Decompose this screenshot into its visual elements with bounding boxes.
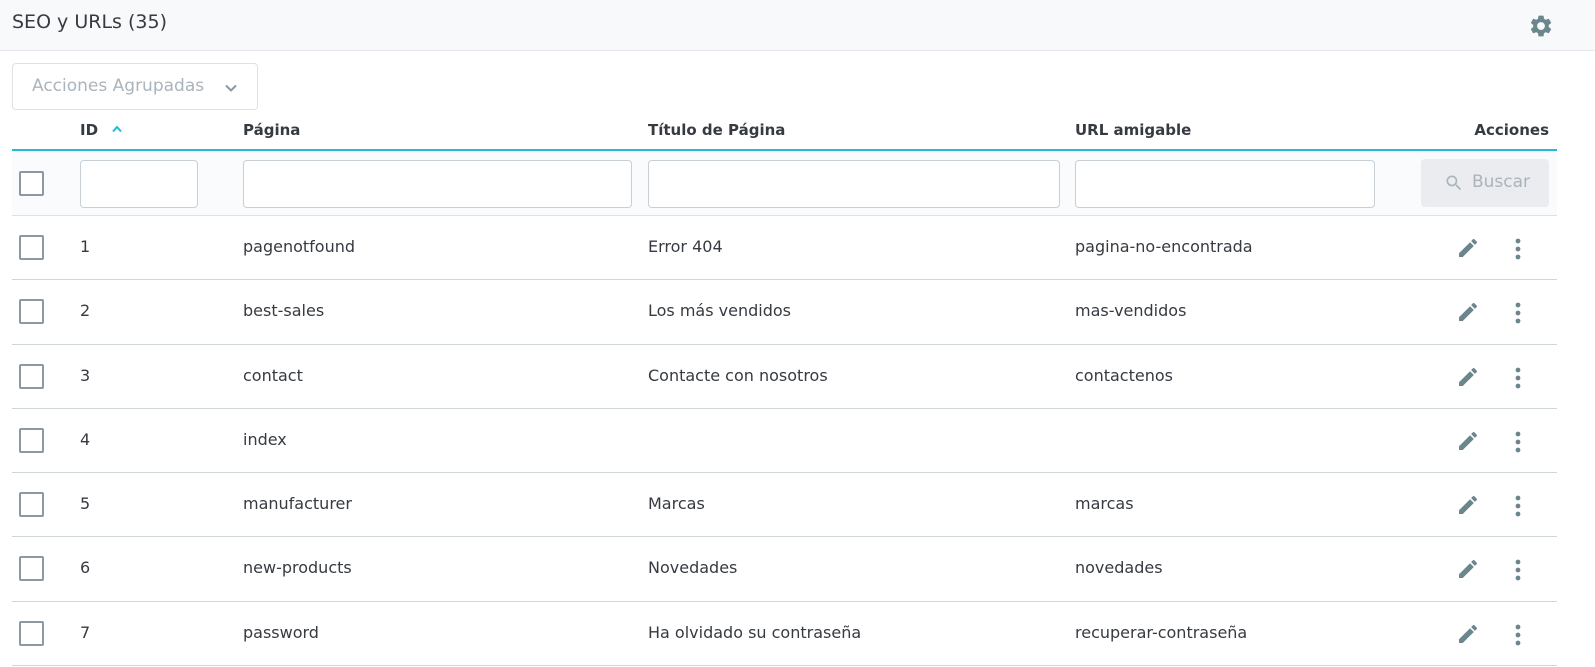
cell-id: 5	[80, 494, 91, 514]
column-header-url[interactable]: URL amigable	[1075, 121, 1191, 139]
edit-icon[interactable]	[1456, 493, 1480, 517]
sort-ascending-icon[interactable]	[112, 125, 122, 133]
search-icon	[1446, 175, 1462, 191]
cell-url: novedades	[1075, 558, 1163, 578]
edit-icon[interactable]	[1456, 622, 1480, 646]
more-options-icon[interactable]	[1509, 300, 1527, 326]
column-header-page[interactable]: Página	[243, 121, 300, 139]
cell-url: mas-vendidos	[1075, 301, 1187, 321]
row-checkbox[interactable]	[19, 556, 44, 582]
row-checkbox[interactable]	[19, 299, 44, 325]
cell-page: manufacturer	[243, 494, 352, 514]
cell-title: Novedades	[648, 558, 738, 578]
filter-id-input[interactable]	[80, 160, 198, 208]
bulk-actions-button[interactable]: Acciones Agrupadas	[12, 63, 258, 110]
cell-title: Los más vendidos	[648, 301, 791, 321]
cell-id: 1	[80, 237, 91, 256]
table-row: 7 password Ha olvidado su contraseña recupe…	[12, 602, 1557, 667]
cell-id: 3	[80, 365, 91, 385]
column-header-id[interactable]: ID	[80, 121, 122, 139]
page-title: SEO y URLs (35)	[12, 11, 167, 33]
search-button-label: Buscar	[1472, 172, 1531, 192]
edit-icon[interactable]	[1456, 557, 1480, 581]
chevron-down-icon	[225, 84, 237, 92]
cell-id: 4	[80, 429, 91, 449]
row-checkbox[interactable]	[19, 363, 44, 389]
cell-title: Marcas	[648, 494, 705, 514]
edit-icon[interactable]	[1456, 236, 1480, 260]
cell-url: contactenos	[1075, 365, 1173, 385]
edit-icon[interactable]	[1456, 300, 1480, 324]
more-options-icon[interactable]	[1509, 236, 1527, 262]
table-row: 1 pagenotfound Error 404 pagina-no-encontra…	[12, 216, 1557, 281]
column-header-title[interactable]: Título de Página	[648, 121, 785, 139]
row-checkbox[interactable]	[19, 492, 44, 518]
table-header: ID Página Título de Página URL amigable …	[12, 112, 1557, 151]
cell-id: 6	[80, 558, 91, 578]
cell-page: contact	[243, 365, 303, 385]
search-button[interactable]: Buscar	[1421, 159, 1549, 207]
cell-id: 2	[80, 301, 91, 321]
cell-url: marcas	[1075, 494, 1134, 514]
filter-row: Buscar	[12, 151, 1557, 216]
cell-page: best-sales	[243, 301, 325, 321]
cell-title: Error 404	[648, 237, 723, 256]
cell-id: 7	[80, 622, 91, 642]
cell-url: recuperar-contraseña	[1075, 622, 1248, 642]
cell-url: pagina-no-encontrada	[1075, 237, 1253, 256]
table-body: 1 pagenotfound Error 404 pagina-no-encontra…	[12, 216, 1557, 667]
table-row: 3 contact Contacte con nosotros contactenos	[12, 345, 1557, 409]
select-all-checkbox[interactable]	[19, 171, 44, 196]
cell-page: password	[243, 622, 319, 642]
column-header-id-label: ID	[80, 121, 99, 139]
bulk-actions-label: Acciones Agrupadas	[32, 76, 205, 96]
edit-icon[interactable]	[1456, 365, 1480, 389]
row-checkbox[interactable]	[19, 620, 44, 646]
gear-icon[interactable]	[1528, 13, 1554, 39]
more-options-icon[interactable]	[1509, 557, 1527, 583]
more-options-icon[interactable]	[1509, 429, 1527, 455]
page-header: SEO y URLs (35)	[0, 0, 1595, 51]
table-row: 5 manufacturer Marcas marcas	[12, 473, 1557, 538]
cell-page: new-products	[243, 558, 352, 578]
cell-page: pagenotfound	[243, 237, 356, 256]
more-options-icon[interactable]	[1509, 493, 1527, 519]
table-row: 6 new-products Novedades novedades	[12, 537, 1557, 602]
table-row: 2 best-sales Los más vendidos mas-vendidos	[12, 280, 1557, 345]
filter-page-input[interactable]	[243, 160, 632, 208]
more-options-icon[interactable]	[1509, 365, 1527, 391]
more-options-icon[interactable]	[1509, 622, 1527, 648]
cell-page: index	[243, 429, 287, 449]
cell-title: Ha olvidado su contraseña	[648, 622, 862, 642]
row-checkbox[interactable]	[19, 427, 44, 453]
row-checkbox[interactable]	[19, 235, 44, 260]
filter-url-input[interactable]	[1075, 160, 1375, 208]
filter-title-input[interactable]	[648, 160, 1060, 208]
cell-title: Contacte con nosotros	[648, 365, 828, 385]
table-row: 4 index	[12, 409, 1557, 474]
column-header-actions: Acciones	[1474, 121, 1549, 139]
edit-icon[interactable]	[1456, 429, 1480, 453]
